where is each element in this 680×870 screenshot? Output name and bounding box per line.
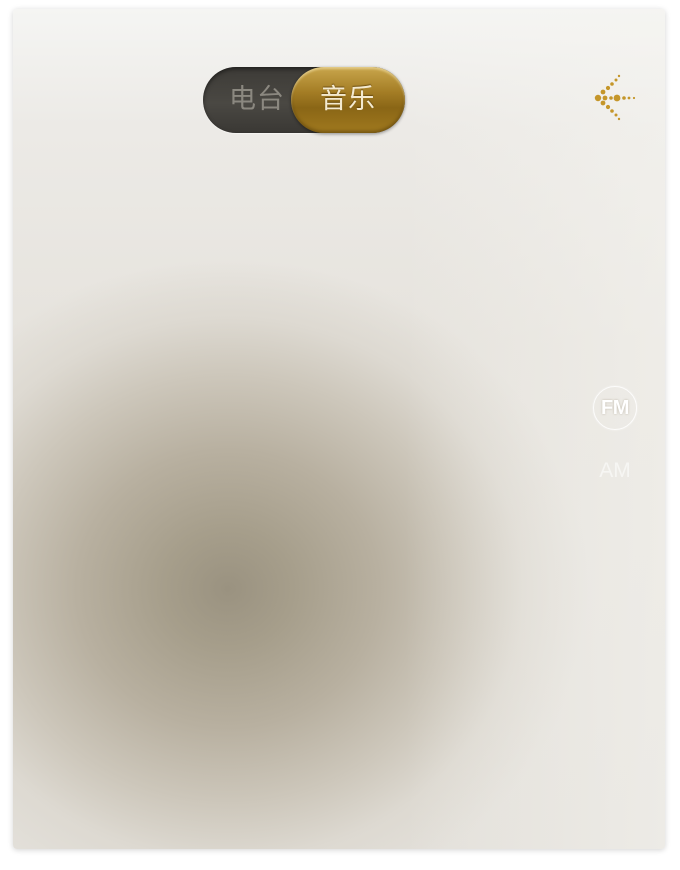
back-button[interactable]	[591, 71, 643, 123]
tab-music[interactable]: 音乐	[291, 67, 405, 133]
radio-music-toggle[interactable]: 电台 音乐	[203, 67, 405, 133]
band-am-button[interactable]: AM	[593, 449, 637, 493]
dotted-arrow-left-icon	[594, 74, 636, 121]
radio-screen: 电台 音乐 FM AM	[13, 9, 665, 849]
band-fm-button[interactable]: FM	[593, 386, 637, 430]
tab-radio[interactable]: 电台	[217, 67, 297, 133]
